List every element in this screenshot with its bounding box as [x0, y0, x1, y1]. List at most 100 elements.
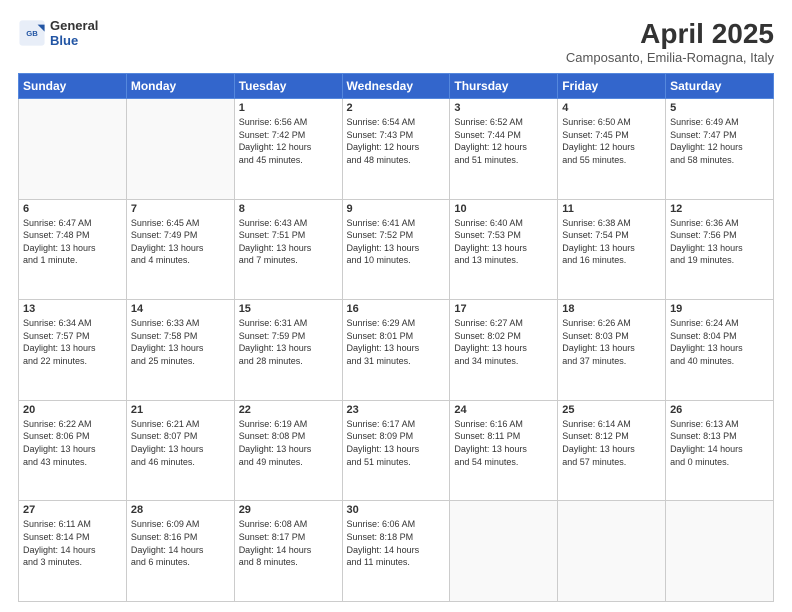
day-info: Sunrise: 6:14 AM Sunset: 8:12 PM Dayligh…	[562, 418, 661, 468]
day-info: Sunrise: 6:27 AM Sunset: 8:02 PM Dayligh…	[454, 317, 553, 367]
calendar-cell: 5 Sunrise: 6:49 AM Sunset: 7:47 PM Daylig…	[666, 99, 774, 200]
day-info: Sunrise: 6:41 AM Sunset: 7:52 PM Dayligh…	[347, 217, 446, 267]
day-info: Sunrise: 6:34 AM Sunset: 7:57 PM Dayligh…	[23, 317, 122, 367]
calendar-cell	[450, 501, 558, 602]
logo-text: General Blue	[50, 18, 98, 48]
day-info: Sunrise: 6:31 AM Sunset: 7:59 PM Dayligh…	[239, 317, 338, 367]
calendar-cell: 11 Sunrise: 6:38 AM Sunset: 7:54 PM Dayli…	[558, 199, 666, 300]
day-number: 10	[454, 203, 553, 215]
day-number: 25	[562, 404, 661, 416]
day-number: 13	[23, 303, 122, 315]
col-header-wednesday: Wednesday	[342, 74, 450, 99]
calendar-cell: 17 Sunrise: 6:27 AM Sunset: 8:02 PM Dayli…	[450, 300, 558, 401]
day-number: 18	[562, 303, 661, 315]
day-number: 4	[562, 102, 661, 114]
calendar-cell: 6 Sunrise: 6:47 AM Sunset: 7:48 PM Daylig…	[19, 199, 127, 300]
calendar-cell: 8 Sunrise: 6:43 AM Sunset: 7:51 PM Daylig…	[234, 199, 342, 300]
logo-icon: GB	[18, 19, 46, 47]
day-info: Sunrise: 6:38 AM Sunset: 7:54 PM Dayligh…	[562, 217, 661, 267]
calendar-cell: 15Sunrise: 6:31 AM Sunset: 7:59 PM Dayli…	[234, 300, 342, 401]
day-number: 16	[347, 303, 446, 315]
day-number: 8	[239, 203, 338, 215]
svg-text:GB: GB	[26, 29, 38, 38]
title-section: April 2025 Camposanto, Emilia-Romagna, I…	[566, 18, 774, 65]
calendar-cell: 29 Sunrise: 6:08 AM Sunset: 8:17 PM Dayli…	[234, 501, 342, 602]
week-row-5: 27 Sunrise: 6:11 AM Sunset: 8:14 PM Dayli…	[19, 501, 774, 602]
calendar-cell	[126, 99, 234, 200]
week-row-1: 1 Sunrise: 6:56 AM Sunset: 7:42 PM Daylig…	[19, 99, 774, 200]
header: GB General Blue April 2025 Camposanto, E…	[18, 18, 774, 65]
day-number: 6	[23, 203, 122, 215]
day-info: Sunrise: 6:29 AM Sunset: 8:01 PM Dayligh…	[347, 317, 446, 367]
day-number: 1	[239, 102, 338, 114]
calendar-cell: 3Sunrise: 6:52 AM Sunset: 7:44 PM Daylig…	[450, 99, 558, 200]
header-row: SundayMondayTuesdayWednesdayThursdayFrid…	[19, 74, 774, 99]
day-info: Sunrise: 6:08 AM Sunset: 8:17 PM Dayligh…	[239, 518, 338, 568]
calendar-cell: 20 Sunrise: 6:22 AM Sunset: 8:06 PM Dayli…	[19, 400, 127, 501]
day-number: 26	[670, 404, 769, 416]
day-number: 24	[454, 404, 553, 416]
day-info: Sunrise: 6:47 AM Sunset: 7:48 PM Dayligh…	[23, 217, 122, 267]
day-info: Sunrise: 6:17 AM Sunset: 8:09 PM Dayligh…	[347, 418, 446, 468]
day-info: Sunrise: 6:49 AM Sunset: 7:47 PM Dayligh…	[670, 116, 769, 166]
day-info: Sunrise: 6:43 AM Sunset: 7:51 PM Dayligh…	[239, 217, 338, 267]
day-number: 9	[347, 203, 446, 215]
calendar-cell	[666, 501, 774, 602]
calendar-cell: 12 Sunrise: 6:36 AM Sunset: 7:56 PM Dayli…	[666, 199, 774, 300]
day-info: Sunrise: 6:11 AM Sunset: 8:14 PM Dayligh…	[23, 518, 122, 568]
col-header-friday: Friday	[558, 74, 666, 99]
calendar-table: SundayMondayTuesdayWednesdayThursdayFrid…	[18, 73, 774, 602]
day-number: 17	[454, 303, 553, 315]
day-info: Sunrise: 6:22 AM Sunset: 8:06 PM Dayligh…	[23, 418, 122, 468]
day-number: 11	[562, 203, 661, 215]
calendar-cell	[558, 501, 666, 602]
day-number: 3	[454, 102, 553, 114]
col-header-monday: Monday	[126, 74, 234, 99]
calendar-cell: 26 Sunrise: 6:13 AM Sunset: 8:13 PM Dayli…	[666, 400, 774, 501]
calendar-cell: 27 Sunrise: 6:11 AM Sunset: 8:14 PM Dayli…	[19, 501, 127, 602]
page: GB General Blue April 2025 Camposanto, E…	[0, 0, 792, 612]
day-info: Sunrise: 6:33 AM Sunset: 7:58 PM Dayligh…	[131, 317, 230, 367]
day-info: Sunrise: 6:54 AM Sunset: 7:43 PM Dayligh…	[347, 116, 446, 166]
calendar-cell: 23 Sunrise: 6:17 AM Sunset: 8:09 PM Dayli…	[342, 400, 450, 501]
day-number: 12	[670, 203, 769, 215]
day-info: Sunrise: 6:09 AM Sunset: 8:16 PM Dayligh…	[131, 518, 230, 568]
logo-blue-text: Blue	[50, 33, 98, 48]
day-number: 21	[131, 404, 230, 416]
logo-general-text: General	[50, 18, 98, 33]
calendar-cell: 18 Sunrise: 6:26 AM Sunset: 8:03 PM Dayli…	[558, 300, 666, 401]
logo: GB General Blue	[18, 18, 98, 48]
day-info: Sunrise: 6:36 AM Sunset: 7:56 PM Dayligh…	[670, 217, 769, 267]
day-number: 22	[239, 404, 338, 416]
day-number: 20	[23, 404, 122, 416]
calendar-cell: 10 Sunrise: 6:40 AM Sunset: 7:53 PM Dayli…	[450, 199, 558, 300]
day-info: Sunrise: 6:13 AM Sunset: 8:13 PM Dayligh…	[670, 418, 769, 468]
week-row-2: 6 Sunrise: 6:47 AM Sunset: 7:48 PM Daylig…	[19, 199, 774, 300]
calendar-cell	[19, 99, 127, 200]
day-info: Sunrise: 6:56 AM Sunset: 7:42 PM Dayligh…	[239, 116, 338, 166]
col-header-saturday: Saturday	[666, 74, 774, 99]
calendar-cell: 30 Sunrise: 6:06 AM Sunset: 8:18 PM Dayli…	[342, 501, 450, 602]
col-header-sunday: Sunday	[19, 74, 127, 99]
col-header-thursday: Thursday	[450, 74, 558, 99]
day-number: 27	[23, 504, 122, 516]
day-info: Sunrise: 6:45 AM Sunset: 7:49 PM Dayligh…	[131, 217, 230, 267]
calendar-cell: 7Sunrise: 6:45 AM Sunset: 7:49 PM Daylig…	[126, 199, 234, 300]
day-number: 30	[347, 504, 446, 516]
subtitle: Camposanto, Emilia-Romagna, Italy	[566, 50, 774, 65]
day-info: Sunrise: 6:26 AM Sunset: 8:03 PM Dayligh…	[562, 317, 661, 367]
day-info: Sunrise: 6:24 AM Sunset: 8:04 PM Dayligh…	[670, 317, 769, 367]
day-info: Sunrise: 6:06 AM Sunset: 8:18 PM Dayligh…	[347, 518, 446, 568]
calendar-cell: 22Sunrise: 6:19 AM Sunset: 8:08 PM Dayli…	[234, 400, 342, 501]
calendar-cell: 25 Sunrise: 6:14 AM Sunset: 8:12 PM Dayli…	[558, 400, 666, 501]
week-row-3: 13 Sunrise: 6:34 AM Sunset: 7:57 PM Dayli…	[19, 300, 774, 401]
week-row-4: 20 Sunrise: 6:22 AM Sunset: 8:06 PM Dayli…	[19, 400, 774, 501]
col-header-tuesday: Tuesday	[234, 74, 342, 99]
day-number: 23	[347, 404, 446, 416]
day-info: Sunrise: 6:40 AM Sunset: 7:53 PM Dayligh…	[454, 217, 553, 267]
calendar-cell: 21Sunrise: 6:21 AM Sunset: 8:07 PM Dayli…	[126, 400, 234, 501]
day-number: 29	[239, 504, 338, 516]
day-number: 5	[670, 102, 769, 114]
calendar-cell: 4 Sunrise: 6:50 AM Sunset: 7:45 PM Daylig…	[558, 99, 666, 200]
day-info: Sunrise: 6:50 AM Sunset: 7:45 PM Dayligh…	[562, 116, 661, 166]
